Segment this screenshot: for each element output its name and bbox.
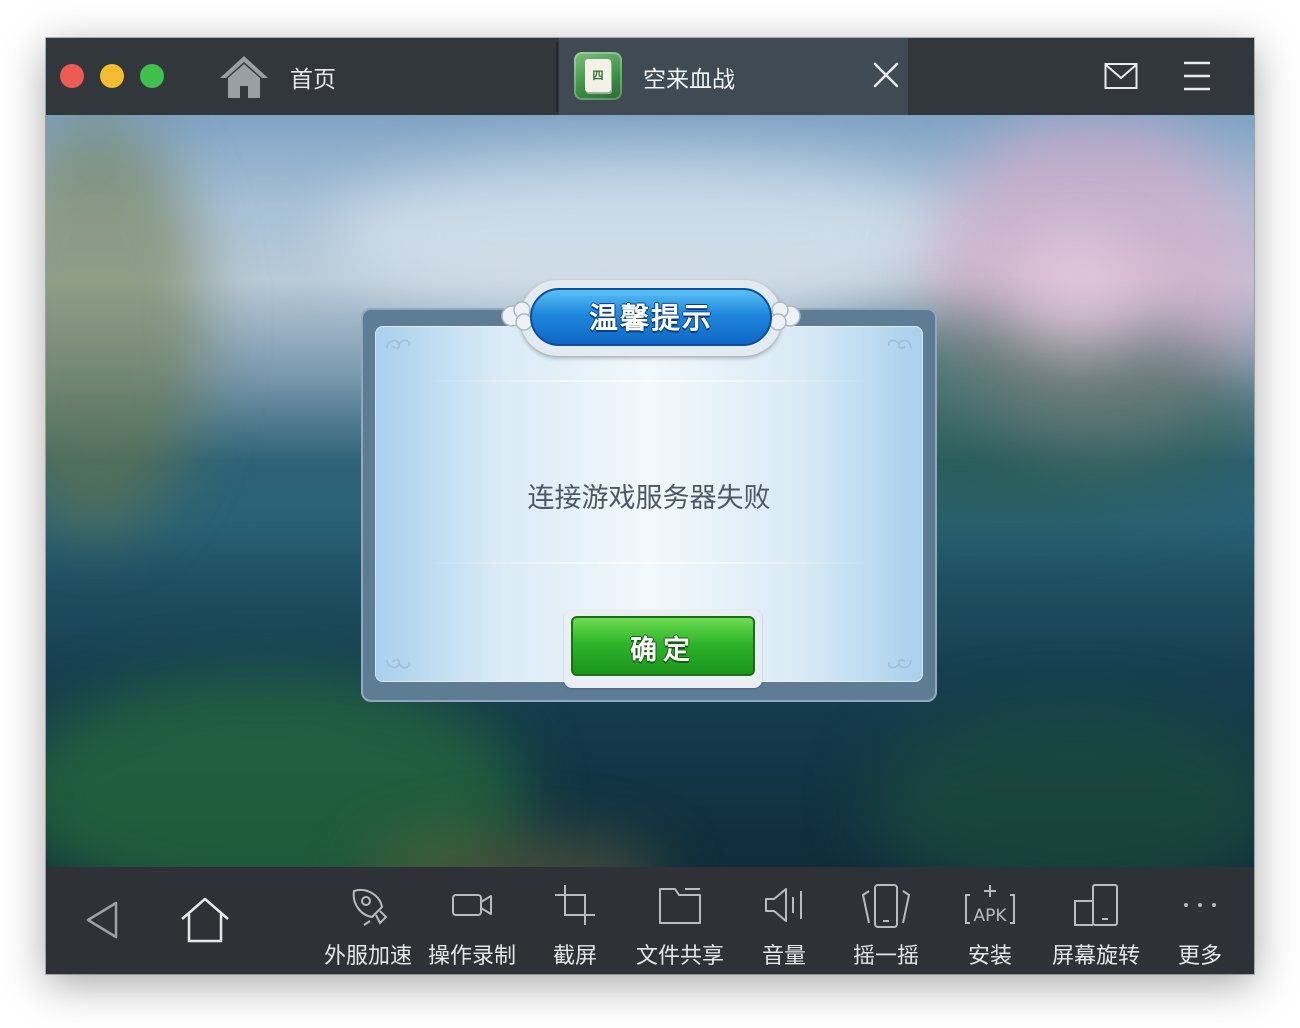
maximize-window-button[interactable] (140, 64, 164, 88)
tool-record[interactable]: 操作录制 (420, 867, 524, 974)
alert-dialog: 连接游戏服务器失败 确定 温馨提示 (361, 280, 937, 702)
rotate-screen-icon (1074, 884, 1118, 926)
confirm-button-frame: 确定 (564, 610, 762, 688)
cloud-swirl-icon (386, 659, 411, 669)
cloud-swirl-icon (386, 339, 411, 349)
tool-install-apk[interactable]: APK 安装 (942, 867, 1038, 974)
menu-icon[interactable] (1182, 60, 1212, 92)
tool-shake[interactable]: 摇一摇 (838, 867, 934, 974)
shake-phone-icon (861, 884, 911, 928)
tab-home-label: 首页 (290, 67, 336, 93)
tool-screenshot[interactable]: 截屏 (526, 867, 624, 974)
cloud-swirl-icon (887, 339, 912, 349)
mail-icon[interactable] (1104, 62, 1138, 90)
speaker-icon (765, 888, 802, 922)
mahjong-tile-glyph: 四 (585, 59, 611, 92)
tool-shake-label: 摇一摇 (852, 944, 919, 969)
tool-record-label: 操作录制 (427, 944, 516, 969)
bottom-toolbar: 外服加速 操作录制 截屏 文件共享 音量 摇一摇 APK 安装 屏幕旋转 更多 (46, 867, 1254, 974)
mahjong-app-icon: 四 (574, 52, 622, 100)
back-icon[interactable] (76, 895, 130, 945)
dialog-title-badge: 温馨提示 (501, 280, 801, 356)
apk-text: APK (973, 906, 1007, 926)
tab-game-title: 空来血战 (643, 67, 735, 93)
tool-file-share-label: 文件共享 (635, 944, 724, 969)
tool-rotate-screen[interactable]: 屏幕旋转 (1042, 867, 1150, 974)
tab-game[interactable]: 四 空来血战 (559, 38, 908, 115)
folder-icon (659, 888, 701, 924)
dialog-title: 温馨提示 (588, 301, 713, 335)
tab-home[interactable]: 首页 (218, 52, 336, 102)
rocket-icon (352, 889, 388, 926)
minimize-window-button[interactable] (100, 64, 124, 88)
more-icon (1184, 903, 1216, 907)
tool-more[interactable]: 更多 (1156, 867, 1244, 974)
home-icon (220, 56, 268, 98)
emulator-window: 首页 四 空来血战 连接游戏服务器失败 确定 温馨提示 外服加速 操作录制 截屏… (46, 38, 1254, 974)
home-icon[interactable] (178, 895, 232, 945)
cloud-swirl-icon (887, 659, 912, 669)
confirm-button-label: 确定 (630, 635, 696, 666)
divider (425, 562, 873, 564)
alert-dialog-body: 连接游戏服务器失败 确定 (375, 326, 923, 688)
tool-volume-label: 音量 (761, 944, 806, 969)
close-icon[interactable] (871, 60, 901, 90)
game-viewport[interactable]: 连接游戏服务器失败 确定 温馨提示 (46, 115, 1254, 867)
crop-icon (555, 885, 595, 925)
video-camera-icon (452, 894, 492, 916)
tool-screenshot-label: 截屏 (552, 944, 597, 969)
close-window-button[interactable] (60, 64, 84, 88)
title-bar: 首页 四 空来血战 (46, 38, 1254, 115)
tool-speed-boost[interactable]: 外服加速 (316, 867, 420, 974)
tool-volume[interactable]: 音量 (736, 867, 832, 974)
tool-rotate-screen-label: 屏幕旋转 (1051, 944, 1140, 969)
tool-install-apk-label: 安装 (967, 944, 1012, 969)
tool-file-share[interactable]: 文件共享 (626, 867, 734, 974)
tool-speed-boost-label: 外服加速 (323, 944, 412, 969)
alert-message: 连接游戏服务器失败 (527, 483, 771, 514)
confirm-button[interactable]: 确定 (571, 616, 755, 676)
tool-more-label: 更多 (1177, 944, 1222, 969)
apk-install-icon: APK (965, 885, 1015, 926)
divider (425, 380, 873, 382)
tab-divider (556, 42, 558, 112)
